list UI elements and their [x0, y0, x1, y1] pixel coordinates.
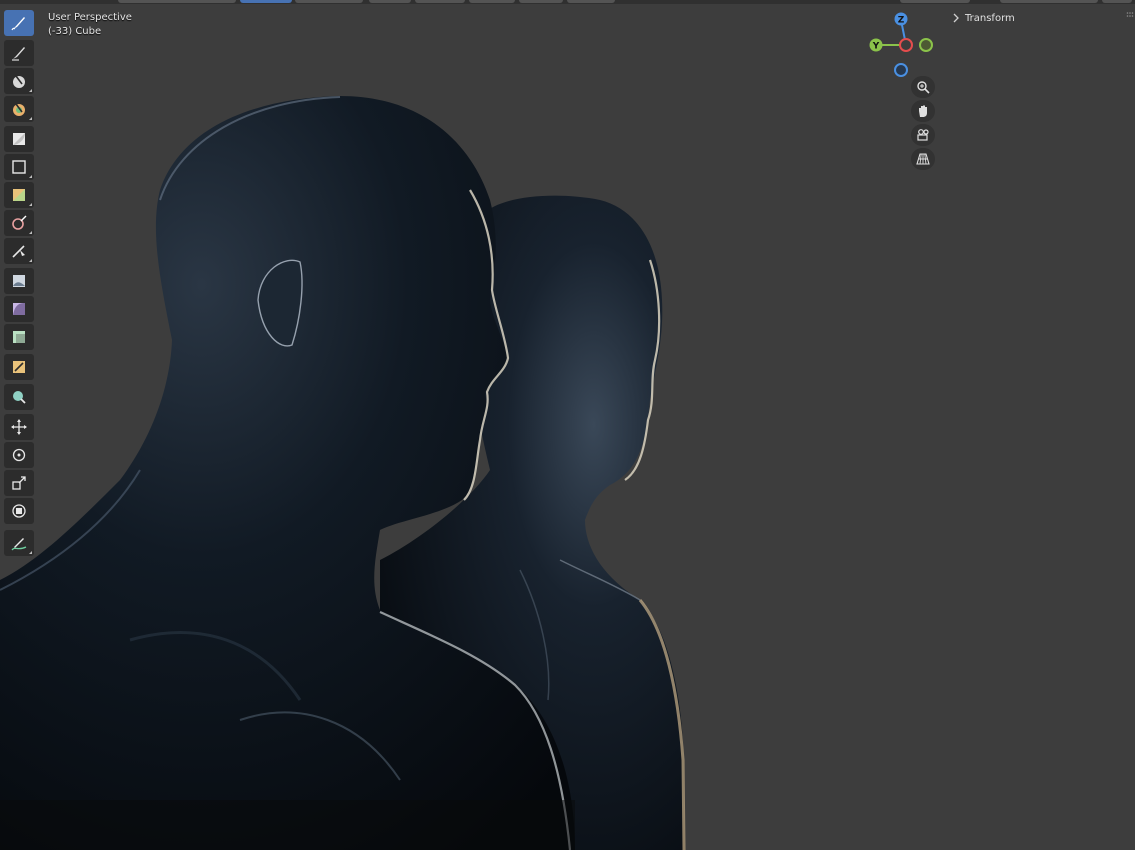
flatten-brush-button[interactable]	[4, 268, 34, 294]
crease-brush-button[interactable]	[4, 210, 34, 236]
clay-strips-icon	[13, 103, 25, 116]
smooth-brush-button[interactable]	[4, 238, 34, 264]
clay-icon	[13, 75, 25, 88]
clay-strips-brush-button[interactable]	[4, 96, 34, 122]
camera-icon	[917, 129, 929, 141]
panel-grip-icon[interactable]	[1126, 11, 1134, 19]
fill-brush-button[interactable]	[4, 296, 34, 322]
draw-sharp-brush-button[interactable]	[4, 40, 34, 66]
zoom-button[interactable]	[911, 76, 935, 98]
layer-brush-button[interactable]	[4, 126, 34, 152]
chevron-right-icon	[953, 13, 959, 23]
draw-sharp-icon	[12, 47, 25, 61]
box-mask-tool-button[interactable]	[4, 384, 34, 410]
draw-brush-button[interactable]	[4, 10, 34, 36]
flatten-icon	[13, 275, 25, 287]
transform-panel-header[interactable]: Transform	[949, 8, 1127, 28]
gizmo-y-label: Y	[872, 42, 880, 52]
scale-icon	[12, 476, 26, 490]
gizmo-neg-z-handle[interactable]	[894, 63, 908, 77]
hand-icon	[919, 105, 927, 117]
inflate-icon	[12, 160, 26, 174]
fill-icon	[13, 303, 25, 315]
3d-viewport[interactable]	[0, 0, 1135, 850]
grid-icon	[916, 153, 930, 165]
mask-icon	[13, 361, 25, 373]
perspective-toggle-button[interactable]	[911, 148, 935, 170]
blob-icon	[13, 189, 25, 201]
inflate-brush-button[interactable]	[4, 154, 34, 180]
scale-tool-button[interactable]	[4, 470, 34, 496]
transform-icon	[12, 504, 26, 518]
gizmo-neg-x-handle[interactable]	[899, 38, 913, 52]
annotate-tool-button[interactable]	[4, 530, 34, 556]
clay-brush-button[interactable]	[4, 68, 34, 94]
box-mask-icon	[13, 391, 26, 404]
transform-tool-button[interactable]	[4, 498, 34, 524]
pan-button[interactable]	[911, 100, 935, 122]
layer-icon	[13, 133, 25, 145]
viewport-title: User Perspective	[48, 12, 132, 23]
zoom-icon	[917, 81, 930, 94]
sculpt-scene	[0, 96, 686, 850]
rotate-tool-button[interactable]	[4, 442, 34, 468]
draw-brush-icon	[11, 17, 25, 31]
annotate-icon	[11, 538, 27, 551]
navigation-gizmo[interactable]: Z Y	[866, 10, 936, 80]
transform-panel-label: Transform	[965, 12, 1015, 24]
gizmo-neg-y-handle[interactable]	[919, 38, 933, 52]
camera-view-button[interactable]	[911, 124, 935, 146]
crease-icon	[12, 215, 27, 230]
move-tool-button[interactable]	[4, 414, 34, 440]
rotate-icon	[12, 448, 26, 462]
move-icon	[11, 419, 27, 435]
scrape-brush-button[interactable]	[4, 324, 34, 350]
smooth-icon	[12, 245, 25, 258]
scrape-icon	[13, 331, 25, 343]
blob-brush-button[interactable]	[4, 182, 34, 208]
gizmo-z-label: Z	[898, 16, 905, 26]
viewport-object-info: (-33) Cube	[48, 26, 102, 37]
mask-brush-button[interactable]	[4, 354, 34, 380]
